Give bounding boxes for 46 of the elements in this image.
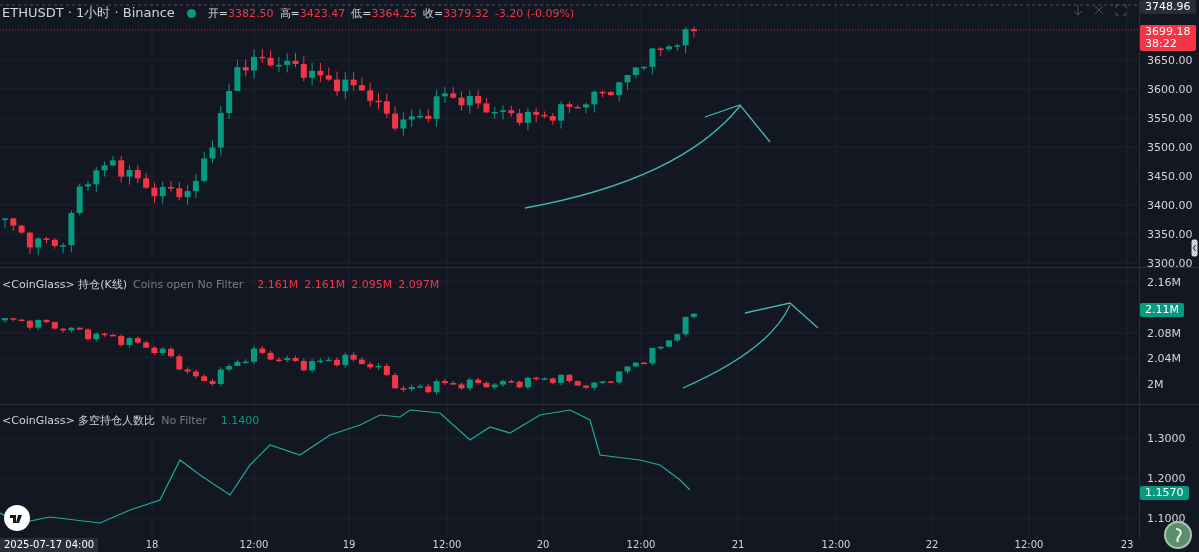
time-tick: 12:00 (1014, 539, 1044, 550)
ratio-tick: 1.1000 (1147, 511, 1186, 525)
indicator-title: <CoinGlass> 多空持仓人数比 (2, 413, 156, 428)
indicator-settings: Coins open No Filter (132, 278, 244, 291)
price-tick: 3350.00 (1147, 227, 1193, 241)
time-tick: 12:00 (239, 539, 269, 550)
top-price-label: 3748.96 (1140, 0, 1196, 14)
time-tick: 23 (1120, 539, 1134, 550)
ratio-tick: 1.3000 (1147, 431, 1186, 445)
time-tick: 19 (342, 539, 356, 550)
time-tick: 21 (731, 539, 745, 550)
price-tick: 3400.00 (1147, 198, 1193, 212)
oi-tick: 2.16M (1147, 275, 1181, 289)
indicator-title: <CoinGlass> 持仓(K线) (2, 277, 127, 292)
time-tick: 20 (536, 539, 550, 550)
price-tick: 3650.00 (1147, 53, 1193, 67)
indicator-settings: No Filter (161, 414, 207, 427)
indicator-value: 2.095M (351, 278, 393, 291)
time-tick: 22 (925, 539, 939, 550)
time-tick: 12:00 (626, 539, 656, 550)
symbol-title: ETHUSDT · 1小时 · Binance (2, 4, 175, 22)
time-tick: 12:00 (432, 539, 462, 550)
last-price-label: 3699.18 38:22 (1140, 25, 1196, 51)
price-tick: 3600.00 (1147, 82, 1193, 96)
ohlc-value: 收=3379.32 (423, 5, 489, 21)
indicator-value: 2.161M (304, 278, 346, 291)
indicator-value: 2.161M (257, 278, 299, 291)
ohlc-value: 开=3382.50 (207, 5, 274, 21)
time-tick: 18 (145, 539, 159, 550)
indicator-value: 1.1400 (220, 414, 260, 427)
price-tick: 3500.00 (1147, 140, 1193, 154)
oi-last-value-label: 2.11M (1140, 303, 1184, 317)
indicator-value: 2.097M (398, 278, 440, 291)
ohlc-value: 高=3423.47 (279, 5, 346, 21)
oi-tick: 2M (1147, 377, 1164, 391)
time-cursor-label: 2025-07-17 04:00 (0, 538, 99, 552)
ratio-tick: 1.2000 (1147, 471, 1186, 485)
price-tick: 3550.00 (1147, 111, 1193, 125)
price-tick: 3450.00 (1147, 169, 1193, 183)
price-change: -3.20 (-0.09%) (494, 6, 575, 20)
time-tick: 12:00 (821, 539, 851, 550)
ohlc-value: 低=3364.25 (351, 5, 417, 21)
oi-tick: 2.08M (1147, 326, 1181, 340)
oi-tick: 2.04M (1147, 351, 1181, 365)
price-tick: 3300.00 (1147, 256, 1193, 270)
ratio-last-value-label: 1.1570 (1140, 486, 1189, 500)
